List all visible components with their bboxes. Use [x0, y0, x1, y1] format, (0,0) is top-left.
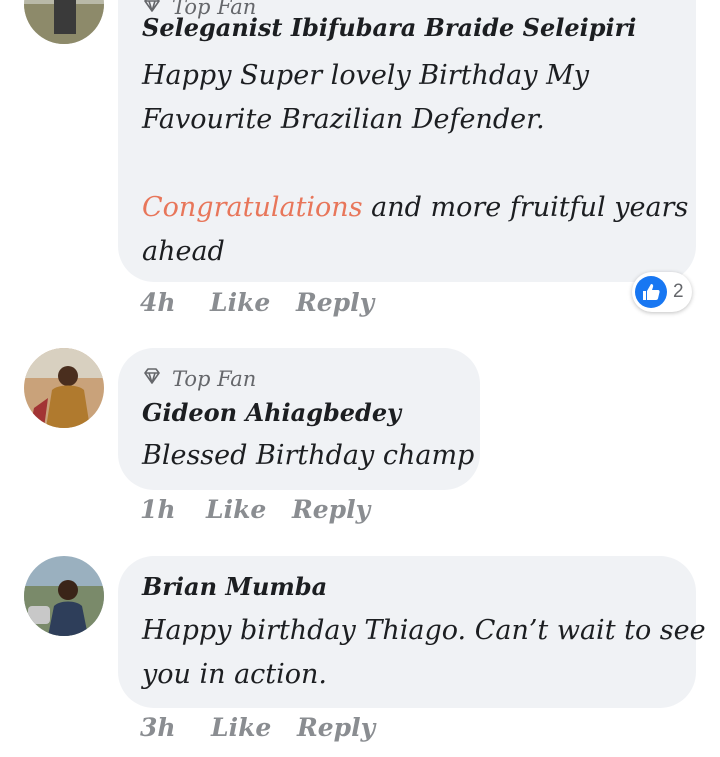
- hashtag-link[interactable]: Congratulations: [142, 192, 363, 223]
- diamond-icon: [142, 366, 162, 391]
- comment-text-line: Blessed Birthday champ: [142, 440, 475, 471]
- reaction-count: 2: [673, 281, 684, 302]
- reply-button[interactable]: Reply: [292, 495, 370, 524]
- comment-timestamp[interactable]: 4h: [140, 288, 176, 317]
- reaction-summary[interactable]: 2: [632, 272, 692, 312]
- comment-bubble: Brian Mumba Happy birthday Thiago. Can’t…: [118, 556, 706, 708]
- comment-author[interactable]: Seleganist Ibifubara Braide Seleipiri: [142, 13, 636, 42]
- comment-timestamp[interactable]: 3h: [140, 713, 176, 742]
- like-button[interactable]: Like: [211, 713, 271, 742]
- comment-text-line: Congratulations and more fruitful years: [142, 186, 688, 230]
- like-button[interactable]: Like: [206, 495, 266, 524]
- comment-text-line: Happy birthday Thiago. Can’t wait to see: [142, 615, 706, 646]
- comment-author[interactable]: Brian Mumba: [142, 572, 327, 601]
- top-fan-badge: Top Fan: [142, 366, 256, 391]
- comment-text-line: you in action.: [142, 659, 328, 690]
- reply-button[interactable]: Reply: [297, 713, 375, 742]
- comment-bubble: Top Fan Seleganist Ibifubara Braide Sele…: [118, 0, 696, 282]
- comment-text-line: ahead: [142, 236, 225, 267]
- comment-text-fragment: and more fruitful years: [371, 192, 689, 223]
- top-fan-label: Top Fan: [172, 366, 257, 391]
- commenter-avatar[interactable]: [24, 0, 104, 44]
- comment-bubble: Top Fan Gideon Ahiagbedey Blessed Birthd…: [118, 348, 480, 490]
- like-button[interactable]: Like: [210, 288, 270, 317]
- commenter-avatar[interactable]: [24, 348, 104, 428]
- commenter-avatar[interactable]: [24, 556, 104, 636]
- reply-button[interactable]: Reply: [296, 288, 374, 317]
- comment-text-line: Favourite Brazilian Defender.: [142, 104, 545, 135]
- comment-timestamp[interactable]: 1h: [140, 495, 176, 524]
- comment-author[interactable]: Gideon Ahiagbedey: [142, 398, 401, 427]
- comment-text-line: Happy Super lovely Birthday My: [142, 60, 590, 91]
- like-icon: [635, 276, 667, 308]
